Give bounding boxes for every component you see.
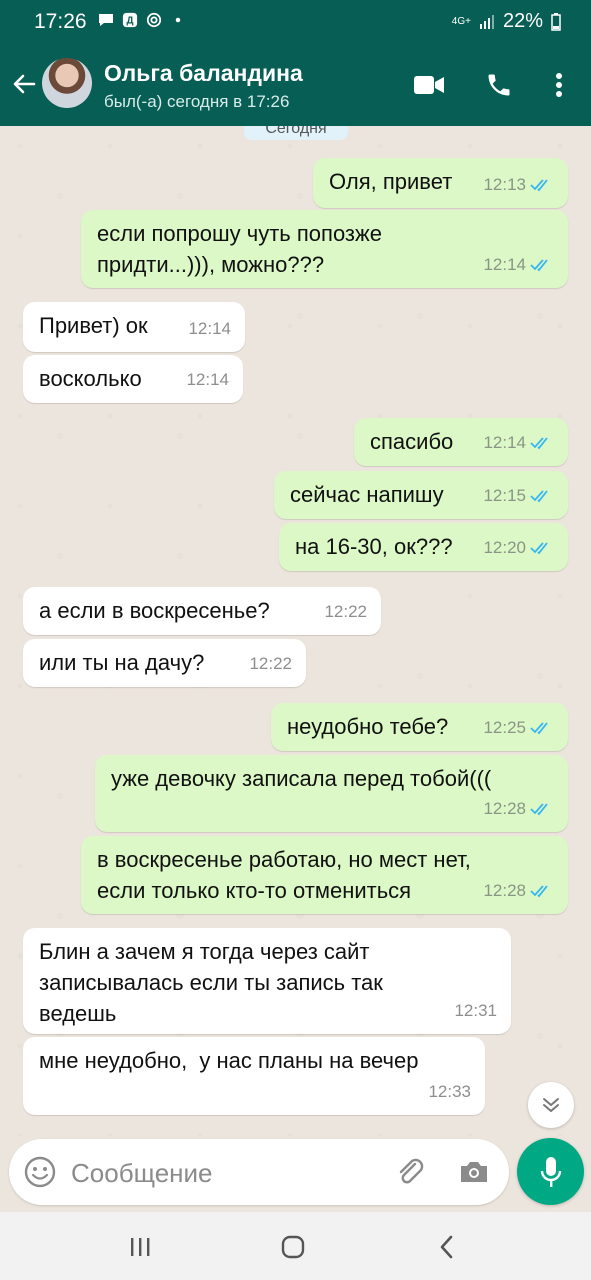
message-text: уже девочку записала перед тобой(((	[111, 766, 492, 791]
read-ticks-icon	[530, 884, 548, 897]
message-time: 12:14	[188, 319, 231, 338]
message-incoming[interactable]: или ты на дачу? 12:22	[23, 639, 306, 687]
read-ticks-icon	[530, 802, 548, 815]
message-outgoing[interactable]: в воскресенье работаю, но мест нет, если…	[81, 836, 568, 914]
battery-percent: 22%	[502, 10, 543, 32]
message-text: на 16-30, ок???	[295, 534, 453, 559]
date-separator: Сегодня	[244, 126, 348, 140]
message-text: если попрошу чуть попозже придти...))), …	[97, 221, 382, 277]
message-time: 12:22	[324, 602, 367, 621]
back-arrow-icon[interactable]	[10, 70, 38, 98]
message-text: в воскресенье работаю, но мест нет, если…	[97, 847, 471, 903]
message-outgoing[interactable]: если попрошу чуть попозже придти...))), …	[81, 210, 568, 288]
message-outgoing[interactable]: спасибо 12:14	[354, 418, 568, 466]
read-ticks-icon	[530, 489, 548, 502]
message-text: Привет) ок	[39, 313, 148, 338]
message-time: 12:28	[483, 881, 526, 900]
chat-area[interactable]: Сегодня Оля, привет 12:13 если попрошу ч…	[0, 126, 591, 1136]
network-type: 4G+	[451, 16, 471, 27]
message-text: восколько	[39, 366, 142, 391]
back-chevron-icon	[440, 1235, 453, 1259]
contact-name[interactable]: Ольга баландина	[104, 60, 303, 87]
message-text: а если в воскресенье?	[39, 598, 270, 623]
contact-avatar[interactable]	[42, 58, 92, 108]
message-time: 12:14	[483, 433, 526, 452]
phone-icon	[488, 74, 510, 96]
message-time: 12:14	[186, 370, 229, 389]
vertical-dots-icon	[556, 73, 562, 97]
message-time: 12:25	[483, 718, 526, 737]
status-time: 17:26	[34, 10, 87, 33]
voice-call-button[interactable]	[482, 68, 516, 102]
message-time: 12:14	[483, 255, 526, 274]
read-ticks-icon	[530, 258, 548, 271]
back-button[interactable]	[430, 1230, 464, 1264]
message-outgoing[interactable]: неудобно тебе? 12:25	[271, 703, 568, 751]
emoji-icon[interactable]	[23, 1155, 57, 1189]
read-ticks-icon	[530, 541, 548, 554]
message-incoming[interactable]: Привет) ок 12:14	[23, 302, 245, 352]
message-text: Блин а зачем я тогда через сайт записыва…	[39, 939, 383, 1026]
message-incoming[interactable]: восколько 12:14	[23, 355, 243, 403]
home-button[interactable]	[276, 1230, 310, 1264]
message-outgoing[interactable]: Оля, привет 12:13	[313, 158, 568, 208]
more-options-button[interactable]	[542, 68, 576, 102]
message-outgoing[interactable]: сейчас напишу 12:15	[274, 471, 568, 519]
app-notification-icon: Д	[122, 12, 138, 28]
message-time: 12:13	[483, 175, 526, 194]
recent-apps-button[interactable]	[123, 1230, 157, 1264]
voice-message-button[interactable]	[517, 1138, 584, 1205]
recent-apps-icon	[131, 1238, 150, 1256]
message-incoming[interactable]: а если в воскресенье? 12:22	[23, 587, 381, 635]
message-time: 12:33	[428, 1082, 471, 1101]
scroll-to-bottom-button[interactable]	[528, 1082, 574, 1128]
message-time: 12:31	[454, 1001, 497, 1020]
battery-icon	[551, 12, 561, 31]
message-input[interactable]	[69, 1149, 383, 1197]
message-text: спасибо	[370, 429, 454, 454]
system-navigation-bar	[0, 1212, 591, 1280]
message-time: 12:15	[483, 486, 526, 505]
message-outgoing[interactable]: уже девочку записала перед тобой((( 12:2…	[95, 755, 568, 832]
signal-icon	[479, 14, 494, 29]
message-incoming[interactable]: мне неудобно, у нас планы на вечер 12:33	[23, 1037, 485, 1115]
read-ticks-icon	[530, 178, 548, 191]
message-time: 12:20	[483, 538, 526, 557]
camera-icon[interactable]	[457, 1155, 491, 1189]
message-text: Оля, привет	[329, 169, 453, 194]
message-compose-bar	[9, 1139, 509, 1205]
svg-text:Д: Д	[127, 16, 134, 27]
message-outgoing[interactable]: на 16-30, ок??? 12:20	[279, 523, 568, 571]
message-text: мне неудобно, у нас планы на вечер	[39, 1048, 419, 1073]
dot-icon	[175, 17, 181, 23]
chat-header: Ольга баландина был(-а) сегодня в 17:26	[0, 46, 591, 126]
contact-last-seen: был(-а) сегодня в 17:26	[104, 92, 290, 111]
read-ticks-icon	[530, 721, 548, 734]
message-time: 12:28	[483, 799, 526, 818]
microphone-icon	[540, 1156, 561, 1187]
read-ticks-icon	[530, 436, 548, 449]
video-camera-icon	[414, 76, 444, 94]
message-text: неудобно тебе?	[287, 714, 449, 739]
message-time: 12:22	[249, 654, 292, 673]
message-incoming[interactable]: Блин а зачем я тогда через сайт записыва…	[23, 928, 511, 1034]
double-chevron-down-icon	[543, 1098, 559, 1112]
at-sign-icon	[146, 12, 162, 28]
message-text: или ты на дачу?	[39, 650, 205, 675]
chat-notification-icon	[99, 14, 113, 26]
message-text: сейчас напишу	[290, 482, 444, 507]
paperclip-icon[interactable]	[393, 1155, 427, 1189]
status-bar: 17:26 Д 4G+ 22%	[0, 0, 591, 46]
video-call-button[interactable]	[412, 68, 446, 102]
home-icon	[281, 1235, 305, 1259]
